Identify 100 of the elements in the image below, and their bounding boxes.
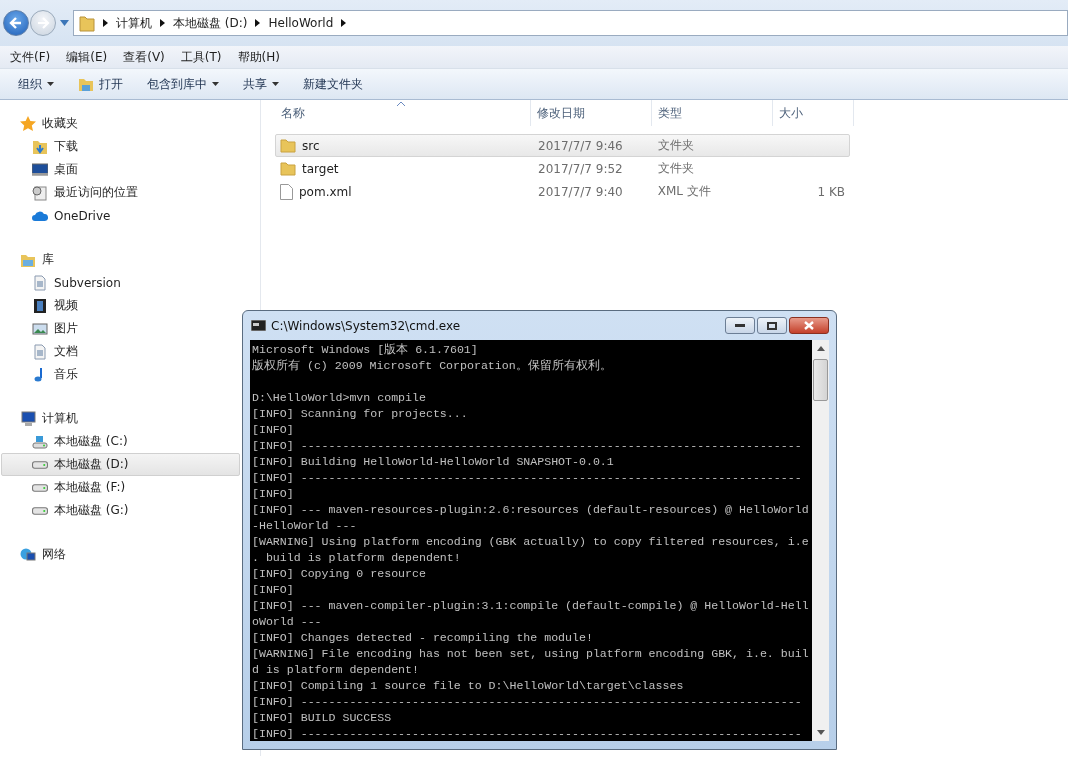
column-header[interactable]: 大小 [773,100,854,126]
file-row[interactable]: target 2017/7/7 9:52 文件夹 [275,157,850,180]
forward-arrow-icon [35,15,51,31]
recent-icon [32,184,48,201]
chevron-icon[interactable] [255,19,261,27]
file-type: 文件夹 [657,160,694,177]
doc-icon [32,343,48,360]
picture-icon [32,320,48,337]
scroll-up-icon[interactable] [816,346,825,351]
toolbar-button[interactable]: 包含到库中 [137,72,229,96]
console-line: [WARNING] Using platform encoding (GBK actually) to copy filtered resources, i.e [252,535,809,548]
sidebar-group[interactable]: 网络 [20,543,66,566]
console-line: -HelloWorld --- [252,519,357,532]
toolbar-button[interactable]: 组织 [8,72,64,96]
chevron-icon[interactable] [103,19,108,27]
scrollbar[interactable] [812,340,829,741]
toolbar-button[interactable]: 共享 [233,72,289,96]
minimize-button[interactable] [725,317,755,334]
star-icon [20,115,36,132]
menu-item[interactable]: 帮助(H) [229,48,288,66]
column-header[interactable]: 类型 [652,100,773,126]
sidebar-item[interactable]: 桌面 [1,158,240,181]
back-arrow-icon [8,15,24,31]
menu-item[interactable]: 工具(T) [172,48,230,66]
file-row[interactable]: src 2017/7/7 9:46 文件夹 [275,134,850,157]
console-line: [INFO] [252,583,294,596]
modified-date: 2017/7/7 9:40 [538,184,623,199]
back-button[interactable] [3,10,29,36]
drive-icon [32,483,48,492]
address-bar[interactable]: 计算机 本地磁盘 (D:) HelloWorld [73,10,1068,36]
sidebar-item[interactable]: 本地磁盘 (F:) [1,476,240,499]
console-window[interactable] [242,310,837,750]
sidebar-item[interactable]: Subversion [1,271,240,294]
folder-icon [78,76,94,92]
maximize-button[interactable] [757,317,787,334]
sidebar-item[interactable]: 本地磁盘 (C:) [1,430,240,453]
console-line: 版权所有 (c) 2009 Microsoft Corporation。保留所有权利。 [252,359,612,372]
caret-icon [212,82,219,86]
sidebar-item[interactable]: 音乐 [1,363,240,386]
minimize-icon [735,323,745,328]
console-line: Microsoft Windows [版本 6.1.7601] [252,343,478,356]
download-icon [32,138,48,155]
network-icon [20,546,36,563]
breadcrumb[interactable]: 计算机 [116,14,152,32]
close-icon [804,321,814,330]
sidebar-group[interactable]: 收藏夹 [20,112,78,135]
console-line: [WARNING] File encoding has not been set, using platform encoding GBK, i.e. buil [252,647,809,660]
console-line: [INFO] --- maven-compiler-plugin:3.1:compile (default-compile) @ HelloWorld-Hell [252,599,809,612]
sidebar-item[interactable]: 文档 [1,340,240,363]
file-name: src [302,138,320,153]
file-type: XML 文件 [657,183,711,200]
caret-icon [47,82,54,86]
close-button[interactable] [789,317,829,334]
computer-icon [20,410,36,427]
console-line: [INFO] --- maven-resources-plugin:2.6:resources (default-resources) @ HelloWorld [252,503,809,516]
desktop-icon [32,161,48,178]
toolbar-button[interactable]: 新建文件夹 [293,72,373,96]
menu-item[interactable]: 编辑(E) [58,48,116,66]
sidebar-item[interactable]: 下载 [1,135,240,158]
breadcrumb[interactable]: HelloWorld [268,16,334,30]
window-title: C:\Windows\System32\cmd.exe [271,318,461,333]
console-line: [INFO] ------------------------------------------------------------------------ [252,695,802,708]
console-line: [INFO] [252,487,294,500]
folder-icon [280,161,296,176]
sidebar-item[interactable]: 视频 [1,294,240,317]
console-line: [INFO] BUILD SUCCESS [252,711,392,724]
history-dropdown-icon[interactable] [60,20,69,26]
console-line: [INFO] [252,423,294,436]
chevron-icon[interactable] [341,19,347,27]
drive-icon [32,460,48,469]
console-line: oWorld --- [252,615,322,628]
drive-icon [32,506,48,515]
sidebar-item[interactable]: OneDrive [1,204,240,227]
column-header[interactable]: 修改日期 [531,100,652,126]
sidebar-item[interactable]: 最近访问的位置 [1,181,240,204]
breadcrumb[interactable]: 本地磁盘 (D:) [173,14,248,32]
column-header[interactable]: 名称 [275,100,531,126]
menu-item[interactable]: 查看(V) [115,48,173,66]
sidebar-group[interactable]: 库 [20,248,54,271]
modified-date: 2017/7/7 9:46 [538,138,623,153]
system-drive-icon [32,433,48,450]
console-line: [INFO] Copying 0 resource [252,567,426,580]
console-line: [INFO] Building HelloWorld-HelloWorld SNAPSHOT-0.0.1 [252,455,614,468]
sidebar-item[interactable]: 本地磁盘 (G:) [1,499,240,522]
toolbar-button[interactable]: 打开 [68,72,133,96]
doc-icon [32,274,48,291]
sidebar-item[interactable]: 图片 [1,317,240,340]
modified-date: 2017/7/7 9:52 [538,161,623,176]
console-icon [251,320,266,331]
file-size: 1 KB [817,184,845,199]
sidebar-group[interactable]: 计算机 [20,407,78,430]
scroll-thumb[interactable] [813,359,828,401]
scroll-down-icon[interactable] [816,730,825,735]
file-icon [280,183,293,200]
sidebar-item[interactable]: 本地磁盘 (D:) [1,453,240,476]
console-line: [INFO] ------------------------------------------------------------------------ [252,727,802,740]
file-row[interactable]: pom.xml 2017/7/7 9:40 XML 文件 1 KB [275,180,850,203]
chevron-icon[interactable] [160,19,165,27]
console-line: [INFO] Changes detected - recompiling the module! [252,631,593,644]
menu-item[interactable]: 文件(F) [2,48,59,66]
